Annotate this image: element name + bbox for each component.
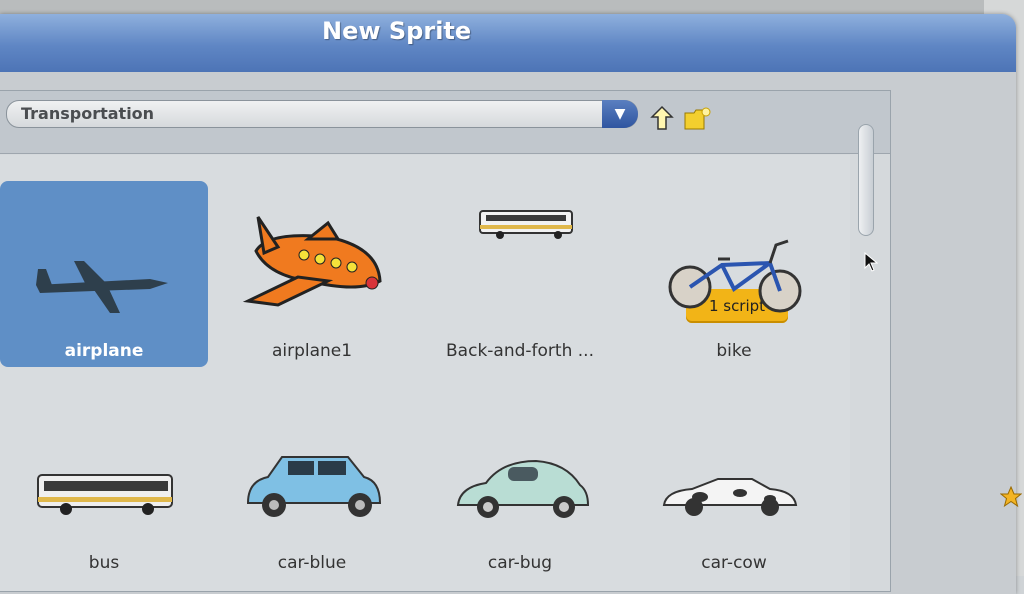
- chevron-down-icon[interactable]: ▼: [602, 100, 638, 128]
- sprite-name: Back-and-forth ...: [446, 341, 594, 361]
- scrollbar-thumb[interactable]: [858, 124, 874, 236]
- bus-small-thumbnail: [479, 210, 573, 239]
- folder-toolbar: Transportation ▼: [0, 91, 890, 154]
- sprite-tile-car-cow[interactable]: car-cow: [630, 393, 838, 579]
- sprite-tile-car-bug[interactable]: car-bug: [416, 393, 624, 579]
- folder-dropdown-value: Transportation: [21, 104, 155, 123]
- sprite-tile-airplane1[interactable]: airplane1: [208, 181, 416, 367]
- car-cow-thumbnail: [662, 478, 798, 516]
- sprite-library-panel: Transportation ▼ airplane airplane1 1 sc…: [0, 90, 891, 592]
- sprite-name: bike: [716, 341, 752, 361]
- sprite-name: bus: [88, 553, 120, 573]
- car-blue-thumbnail: [246, 456, 382, 517]
- new-sprite-dialog: New Sprite Transportation ▼ airplane air…: [0, 14, 1016, 594]
- sprite-name: car-cow: [701, 553, 767, 573]
- sprite-tile-airplane[interactable]: airplane: [0, 181, 208, 367]
- folder-dropdown[interactable]: Transportation ▼: [6, 100, 638, 128]
- sprite-tile-bike[interactable]: bike: [630, 181, 838, 367]
- sprite-name: car-bug: [487, 553, 553, 573]
- car-bug-thumbnail: [456, 459, 590, 518]
- dialog-titlebar[interactable]: New Sprite: [0, 14, 1016, 72]
- up-folder-icon[interactable]: [650, 105, 674, 131]
- sprite-tile-back-and-forth[interactable]: 1 script Back-and-forth ...: [416, 181, 788, 367]
- bike-thumbnail: [668, 239, 802, 313]
- mouse-cursor-icon: [864, 252, 878, 272]
- sprite-grid: airplane airplane1 1 script Back-and-for…: [0, 155, 850, 591]
- sprite-name: car-blue: [277, 553, 347, 573]
- sprite-tile-car-blue[interactable]: car-blue: [208, 393, 416, 579]
- bus-thumbnail: [37, 474, 173, 515]
- sprite-name: airplane1: [271, 341, 353, 361]
- sprite-tile-bus[interactable]: bus: [0, 393, 208, 579]
- airplane-photo-thumbnail: [36, 261, 168, 313]
- new-folder-icon[interactable]: [684, 107, 712, 131]
- sprite-name: airplane: [64, 341, 144, 361]
- cartoon-airplane-thumbnail: [242, 216, 382, 307]
- dialog-title: New Sprite: [322, 17, 472, 45]
- star-icon: [1000, 486, 1022, 508]
